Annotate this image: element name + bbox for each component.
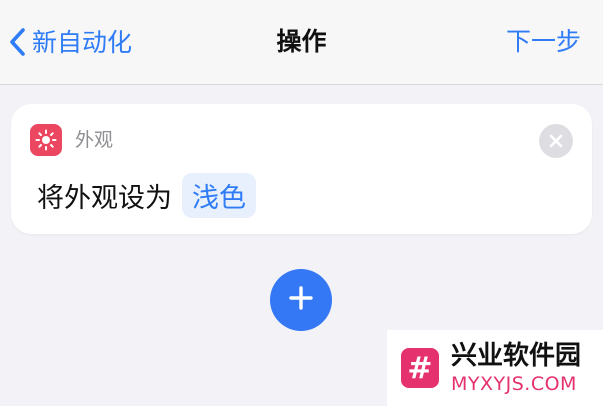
watermark: # 兴业软件园 MYXYJS.COM [387, 330, 603, 406]
sun-icon [30, 124, 62, 156]
back-button[interactable]: 新自动化 [8, 22, 132, 62]
navigation-bar: 新自动化 操作 下一步 [0, 0, 603, 85]
next-button[interactable]: 下一步 [506, 22, 581, 62]
action-text: 将外观设为 [37, 182, 172, 214]
back-button-label: 新自动化 [32, 27, 133, 57]
plus-icon [288, 285, 314, 315]
watermark-url: MYXYJS.COM [451, 373, 577, 395]
add-action-button[interactable] [270, 269, 332, 331]
watermark-name: 兴业软件园 [451, 341, 582, 371]
action-sentence: 将外观设为 浅色 [37, 172, 256, 218]
appearance-parameter-chip[interactable]: 浅色 [182, 172, 256, 218]
app-name-label: 外观 [75, 129, 114, 151]
action-card: 外观 将外观设为 浅色 [11, 104, 592, 234]
close-icon[interactable] [539, 124, 573, 158]
chevron-left-icon [8, 27, 26, 57]
watermark-logo: # [401, 348, 439, 388]
